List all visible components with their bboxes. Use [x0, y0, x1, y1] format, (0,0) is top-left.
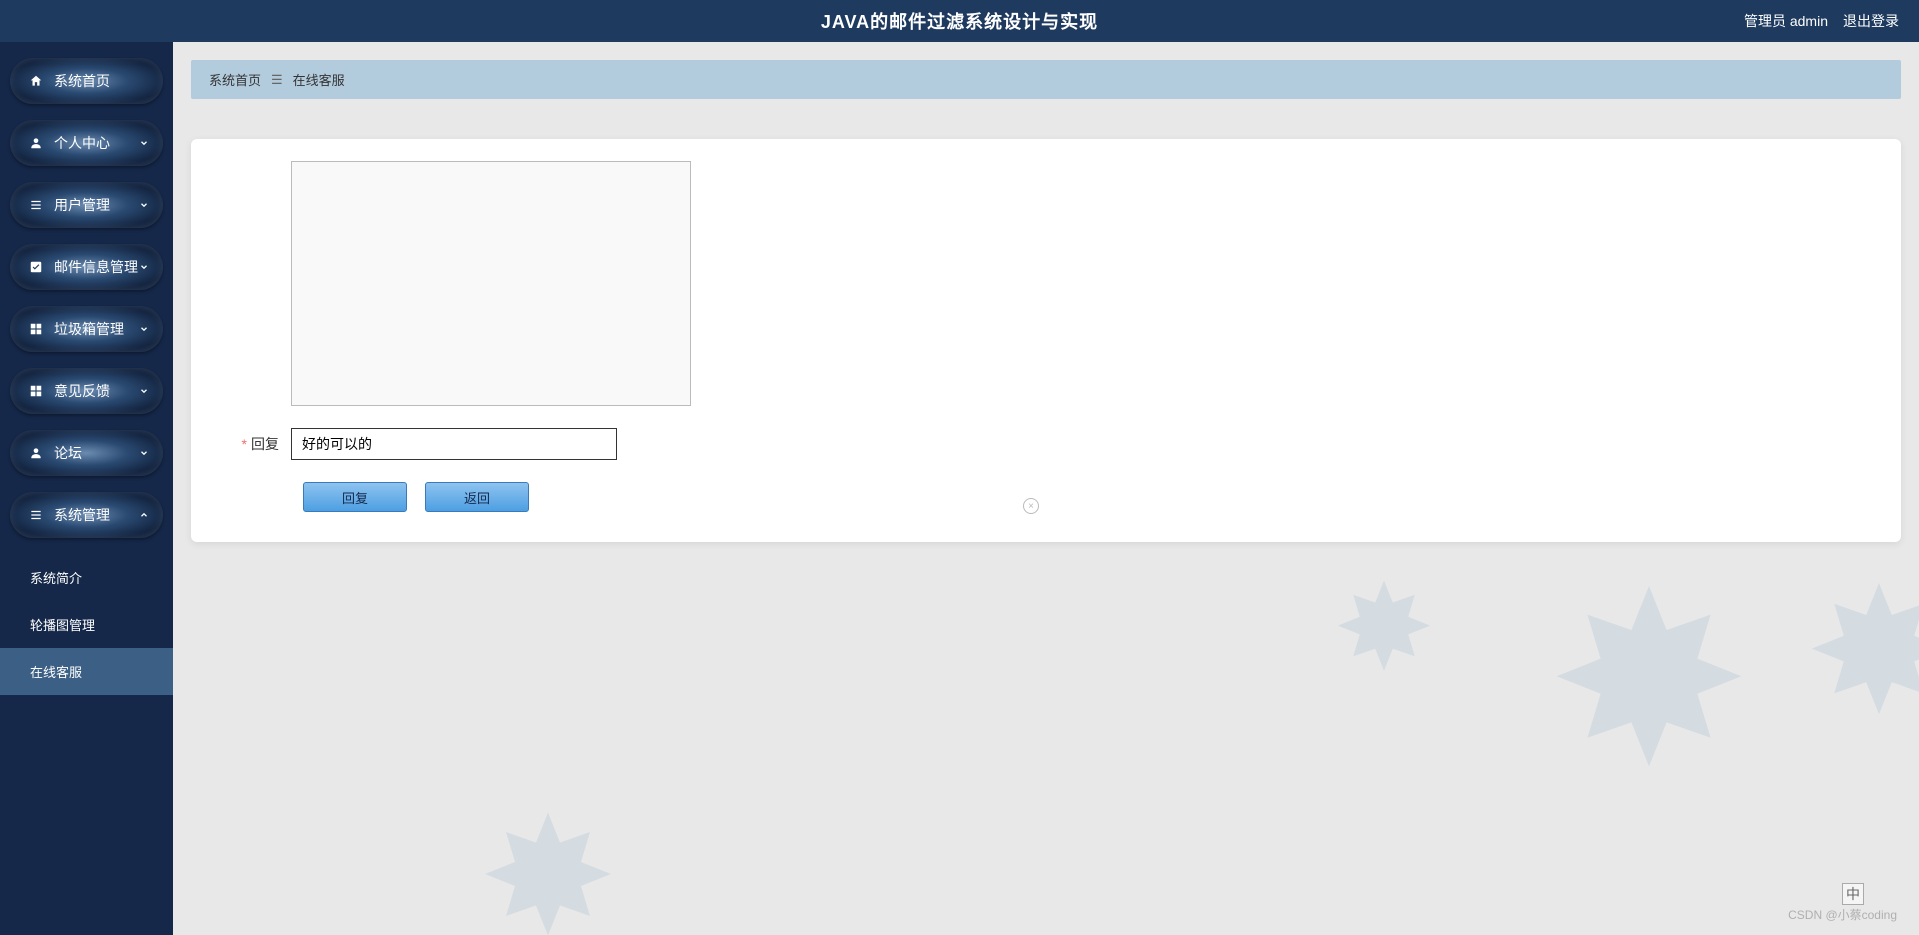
sidebar-item-trash[interactable]: 垃圾箱管理: [10, 306, 163, 352]
submenu-item-service[interactable]: 在线客服: [0, 648, 173, 695]
watermark: CSDN @小蔡coding: [1788, 906, 1897, 923]
chevron-down-icon: [139, 448, 149, 458]
back-button[interactable]: 返回: [425, 482, 529, 512]
reply-input[interactable]: [291, 428, 617, 460]
main-content: 系统首页 ☰ 在线客服 回复 回复 返回 ×: [173, 42, 1919, 935]
sidebar-item-feedback[interactable]: 意见反馈: [10, 368, 163, 414]
app-title: JAVA的邮件过滤系统设计与实现: [821, 8, 1098, 34]
decorative-star: [473, 805, 623, 935]
sidebar-item-label: 系统管理: [54, 505, 110, 525]
decorative-star: [1799, 575, 1919, 735]
header-right: 管理员 admin 退出登录: [1744, 0, 1899, 42]
chat-history-area[interactable]: [291, 161, 691, 406]
clear-icon[interactable]: ×: [1023, 498, 1039, 514]
app-header: JAVA的邮件过滤系统设计与实现 管理员 admin 退出登录: [0, 0, 1919, 42]
submenu-item-carousel[interactable]: 轮播图管理: [0, 601, 173, 648]
user-icon: [28, 445, 44, 461]
chevron-up-icon: [139, 510, 149, 520]
home-icon: [28, 73, 44, 89]
grid-icon: [28, 383, 44, 399]
check-icon: [28, 259, 44, 275]
submenu-label: 系统简介: [30, 571, 82, 586]
decorative-star: [1539, 575, 1759, 795]
ime-indicator: 中: [1842, 883, 1864, 905]
breadcrumb-current: 在线客服: [293, 70, 345, 89]
sidebar-item-label: 系统首页: [54, 71, 110, 91]
form-card: 回复 回复 返回: [191, 139, 1901, 542]
submenu-item-intro[interactable]: 系统简介: [0, 554, 173, 601]
user-label[interactable]: 管理员 admin: [1744, 11, 1828, 31]
sidebar-item-label: 垃圾箱管理: [54, 319, 124, 339]
submit-button[interactable]: 回复: [303, 482, 407, 512]
logout-link[interactable]: 退出登录: [1843, 11, 1899, 31]
list-icon: [28, 507, 44, 523]
grid-icon: [28, 321, 44, 337]
sidebar-item-label: 邮件信息管理: [54, 257, 138, 277]
sidebar-item-forum[interactable]: 论坛: [10, 430, 163, 476]
sidebar-item-home[interactable]: 系统首页: [10, 58, 163, 104]
sidebar: 系统首页 个人中心 用户管理 邮件信息管理 垃圾箱管理: [0, 42, 173, 935]
reply-label: 回复: [221, 428, 291, 460]
sidebar-item-system[interactable]: 系统管理: [10, 492, 163, 538]
sidebar-item-users[interactable]: 用户管理: [10, 182, 163, 228]
chevron-down-icon: [139, 324, 149, 334]
submenu-label: 在线客服: [30, 665, 82, 680]
breadcrumb-separator: ☰: [271, 72, 283, 88]
chevron-down-icon: [139, 138, 149, 148]
chevron-down-icon: [139, 262, 149, 272]
sidebar-item-label: 意见反馈: [54, 381, 110, 401]
user-icon: [28, 135, 44, 151]
breadcrumb: 系统首页 ☰ 在线客服: [191, 60, 1901, 99]
submenu-label: 轮播图管理: [30, 618, 95, 633]
breadcrumb-root[interactable]: 系统首页: [209, 70, 261, 89]
list-icon: [28, 197, 44, 213]
sidebar-item-label: 用户管理: [54, 195, 110, 215]
decorative-star: [1329, 575, 1439, 685]
chevron-down-icon: [139, 200, 149, 210]
sidebar-item-profile[interactable]: 个人中心: [10, 120, 163, 166]
sidebar-item-mail[interactable]: 邮件信息管理: [10, 244, 163, 290]
sidebar-item-label: 论坛: [54, 443, 82, 463]
chevron-down-icon: [139, 386, 149, 396]
sidebar-item-label: 个人中心: [54, 133, 110, 153]
